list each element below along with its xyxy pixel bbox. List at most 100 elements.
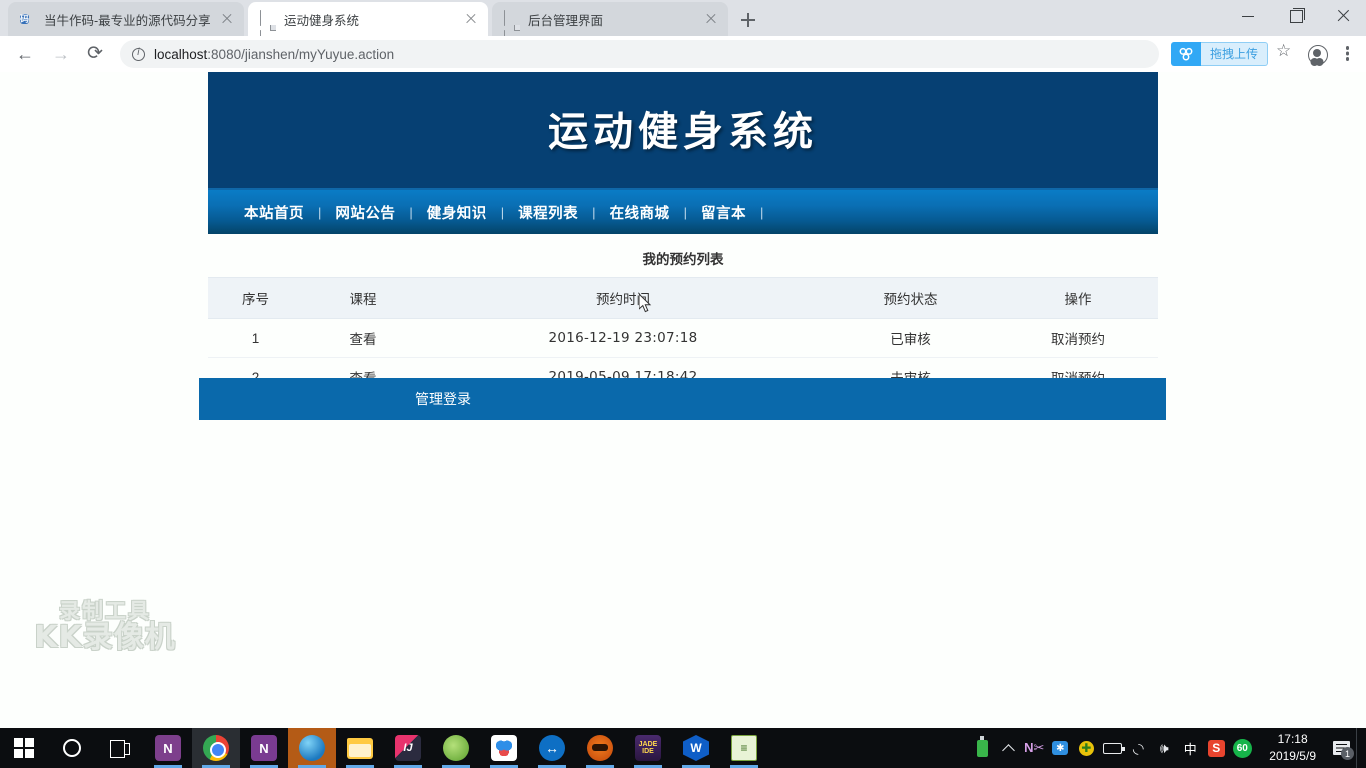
tab-close-icon[interactable] (218, 10, 236, 28)
taskbar-item-onenote[interactable]: N (240, 728, 288, 768)
tab-close-icon[interactable] (702, 10, 720, 28)
cloud-upload-icon[interactable] (1170, 42, 1201, 66)
taskbar-item-jade-ide[interactable]: JADE IDE (624, 728, 672, 768)
address-bar[interactable]: localhost:8080/jianshen/myYuyue.action (120, 40, 1159, 68)
back-button[interactable] (6, 39, 40, 69)
screen: 码 当牛作码-最专业的源代码分享网 运动健身系统 后台管理界面 ← → i lo… (0, 0, 1366, 768)
page-viewport: 运动健身系统 本站首页 | 网站公告 | 健身知识 | 课程列表 | 在线商城 … (0, 72, 1366, 728)
cell-course[interactable]: 查看 (303, 318, 423, 358)
nav-item-online-store[interactable]: 在线商城 (596, 202, 684, 223)
column-header-status: 预约状态 (823, 277, 998, 319)
taskbar-apps: N N IJ ↔ JADE IDE W ≡ (0, 728, 768, 768)
taskbar-item-chrome[interactable] (192, 728, 240, 768)
taskbar-item-browser-globe[interactable] (288, 728, 336, 768)
new-tab-button[interactable] (736, 8, 760, 32)
cell-action[interactable]: 取消预约 (998, 318, 1158, 358)
task-view-button[interactable] (96, 728, 144, 768)
windows-logo-icon (14, 738, 34, 758)
baidu-netdisk-icon (491, 735, 517, 761)
taskbar-item-onenote-clipper[interactable]: N (144, 728, 192, 768)
page-favicon (504, 10, 520, 36)
folder-icon (347, 737, 373, 759)
system-tray: N✂ ✱ ✚ ◟◝ 🕪 中 S 60 17:18 2019/5/9 1 (969, 728, 1366, 768)
onenote-clip-icon[interactable]: N✂ (1021, 728, 1047, 768)
upload-extension-label[interactable]: 拖拽上传 (1200, 42, 1268, 66)
url-text: localhost:8080/jianshen/myYuyue.action (154, 47, 394, 62)
wifi-icon[interactable]: ◟◝ (1125, 728, 1151, 768)
main-navigation: 本站首页 | 网站公告 | 健身知识 | 课程列表 | 在线商城 | 留言本 | (208, 190, 1158, 234)
site-footer: 管理登录 (199, 378, 1166, 420)
browser-tab-1[interactable]: 码 当牛作码-最专业的源代码分享网 (8, 2, 244, 36)
admin-login-link[interactable]: 管理登录 (415, 389, 471, 409)
task-view-icon (110, 740, 130, 758)
watermark-line-2: KK录像机 (34, 620, 176, 656)
show-desktop-button[interactable] (1356, 728, 1362, 768)
nav-item-fitness-knowledge[interactable]: 健身知识 (413, 202, 501, 223)
upload-extension[interactable]: 拖拽上传 (1170, 42, 1268, 66)
start-button[interactable] (0, 728, 48, 768)
taskbar-item-baidu-netdisk[interactable] (480, 728, 528, 768)
table-header: 序号 课程 预约时间 预约状态 操作 (208, 277, 1158, 319)
battery-icon[interactable] (1099, 728, 1125, 768)
browser-tab-3[interactable]: 后台管理界面 (492, 2, 728, 36)
notification-center-button[interactable]: 1 (1326, 728, 1356, 768)
tab-close-icon[interactable] (462, 10, 480, 28)
taskbar-clock[interactable]: 17:18 2019/5/9 (1255, 731, 1326, 765)
sogou-input-icon[interactable]: S (1203, 728, 1229, 768)
cancel-appointment-link[interactable]: 取消预约 (1051, 332, 1105, 347)
jade-ide-icon: JADE IDE (635, 735, 661, 761)
security-plus-icon[interactable]: ✚ (1073, 728, 1099, 768)
forward-button[interactable] (42, 39, 76, 69)
onenote-icon: N (251, 735, 277, 761)
volume-icon[interactable]: 🕪 (1151, 728, 1177, 768)
tab-title: 当牛作码-最专业的源代码分享网 (44, 13, 210, 28)
window-controls (1228, 0, 1366, 36)
column-header-course: 课程 (303, 277, 423, 319)
taskbar-item-navicat[interactable] (432, 728, 480, 768)
profile-avatar-icon[interactable] (1302, 39, 1332, 69)
site-info-icon[interactable] (132, 47, 145, 61)
page-favicon (260, 10, 276, 36)
browser-menu-icon[interactable] (1334, 39, 1360, 69)
navicat-leaf-icon (443, 735, 469, 761)
chat-icon[interactable]: ✱ (1047, 728, 1073, 768)
cortana-search-button[interactable] (48, 728, 96, 768)
table-header-row: 序号 课程 预约时间 预约状态 操作 (208, 277, 1158, 319)
tab-title: 后台管理界面 (528, 13, 604, 28)
maximize-button[interactable] (1274, 0, 1320, 32)
minimize-button[interactable] (1228, 0, 1274, 32)
globe-browser-icon (299, 735, 325, 761)
site-container: 运动健身系统 本站首页 | 网站公告 | 健身知识 | 课程列表 | 在线商城 … (208, 72, 1158, 397)
notification-badge: 1 (1341, 747, 1354, 760)
browser-toolbar: localhost:8080/jianshen/myYuyue.action 拖… (0, 36, 1366, 72)
nav-separator: | (759, 204, 764, 220)
nav-item-home[interactable]: 本站首页 (230, 202, 318, 223)
taskbar-item-intellij-idea[interactable]: IJ (384, 728, 432, 768)
nav-item-announcements[interactable]: 网站公告 (321, 202, 409, 223)
mouse-cursor (638, 292, 653, 314)
ime-language-icon[interactable]: 中 (1177, 728, 1203, 768)
show-hidden-icons-button[interactable] (995, 728, 1021, 768)
security-guard-icon[interactable]: 60 (1229, 728, 1255, 768)
reload-button[interactable] (78, 39, 112, 69)
tab-strip: 码 当牛作码-最专业的源代码分享网 运动健身系统 后台管理界面 (0, 0, 1366, 36)
bear-app-icon (587, 735, 613, 761)
browser-tab-2[interactable]: 运动健身系统 (248, 2, 488, 36)
bookmark-star-icon[interactable] (1270, 39, 1300, 69)
text-editor-icon: ≡ (731, 735, 757, 761)
taskbar-item-teamviewer[interactable]: ↔ (528, 728, 576, 768)
intellij-idea-icon: IJ (395, 735, 421, 761)
view-course-link[interactable]: 查看 (350, 332, 377, 347)
clock-time: 17:18 (1277, 732, 1308, 746)
taskbar-item-file-explorer[interactable] (336, 728, 384, 768)
browser-window: 码 当牛作码-最专业的源代码分享网 运动健身系统 后台管理界面 ← → i lo… (0, 0, 1366, 728)
taskbar-item-text-editor[interactable]: ≡ (720, 728, 768, 768)
taskbar-item-wps-office[interactable]: W (672, 728, 720, 768)
close-window-button[interactable] (1320, 0, 1366, 32)
nav-item-course-list[interactable]: 课程列表 (504, 202, 592, 223)
nav-item-guestbook[interactable]: 留言本 (687, 202, 760, 223)
taskbar-item-bear-app[interactable] (576, 728, 624, 768)
cell-status: 已审核 (823, 318, 998, 358)
page-title: 我的预约列表 (642, 252, 724, 267)
usb-drive-icon[interactable] (969, 728, 995, 768)
